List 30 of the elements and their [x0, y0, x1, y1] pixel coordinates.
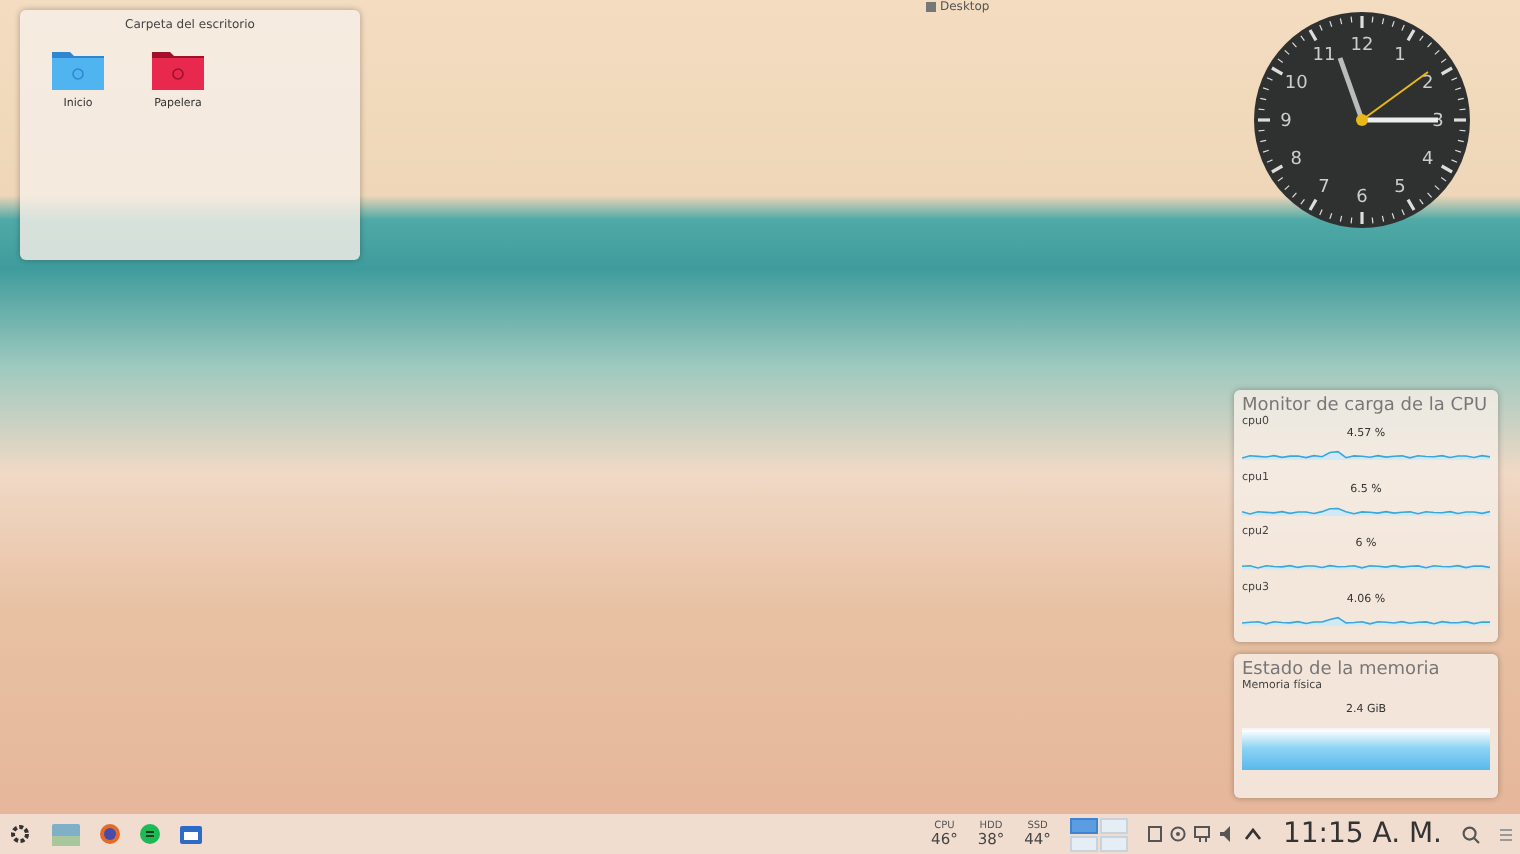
clock-numeral: 7 — [1318, 177, 1330, 198]
trash-folder-icon — [152, 48, 204, 90]
gear-icon — [8, 822, 32, 846]
folder-icon — [180, 825, 202, 843]
clock-numeral: 1 — [1394, 46, 1406, 67]
clock-numeral: 5 — [1394, 177, 1406, 198]
widget-title: Estado de la memoria — [1242, 660, 1442, 680]
launcher-button[interactable] — [8, 822, 32, 846]
clock-numeral: 6 — [1356, 188, 1368, 208]
clock-numeral: 9 — [1280, 112, 1292, 132]
clock-numeral: 4 — [1422, 150, 1434, 170]
desktop-icon — [926, 2, 936, 12]
circle-icon[interactable] — [1170, 826, 1187, 842]
virtual-desktop[interactable] — [1070, 817, 1099, 833]
launcher-button[interactable] — [140, 824, 160, 844]
clock-numeral: 8 — [1290, 150, 1302, 170]
home-folder-icon — [52, 48, 104, 90]
desktop-icon — [52, 823, 80, 845]
clock-time[interactable]: 11:15 A. M. — [1282, 818, 1442, 850]
music-icon — [140, 824, 160, 844]
clock-numeral: 11 — [1312, 46, 1336, 67]
search-icon[interactable] — [1462, 825, 1480, 843]
globe-icon — [100, 824, 120, 844]
clock-numeral: 12 — [1350, 36, 1374, 56]
widget-title: Monitor de carga de la CPU — [1242, 396, 1490, 416]
caret-up-icon[interactable] — [1244, 828, 1263, 840]
launcher-button[interactable] — [100, 824, 120, 844]
launcher-button[interactable] — [180, 825, 202, 843]
clock-numeral: 2 — [1422, 74, 1434, 94]
clock-numeral: 10 — [1284, 74, 1308, 94]
